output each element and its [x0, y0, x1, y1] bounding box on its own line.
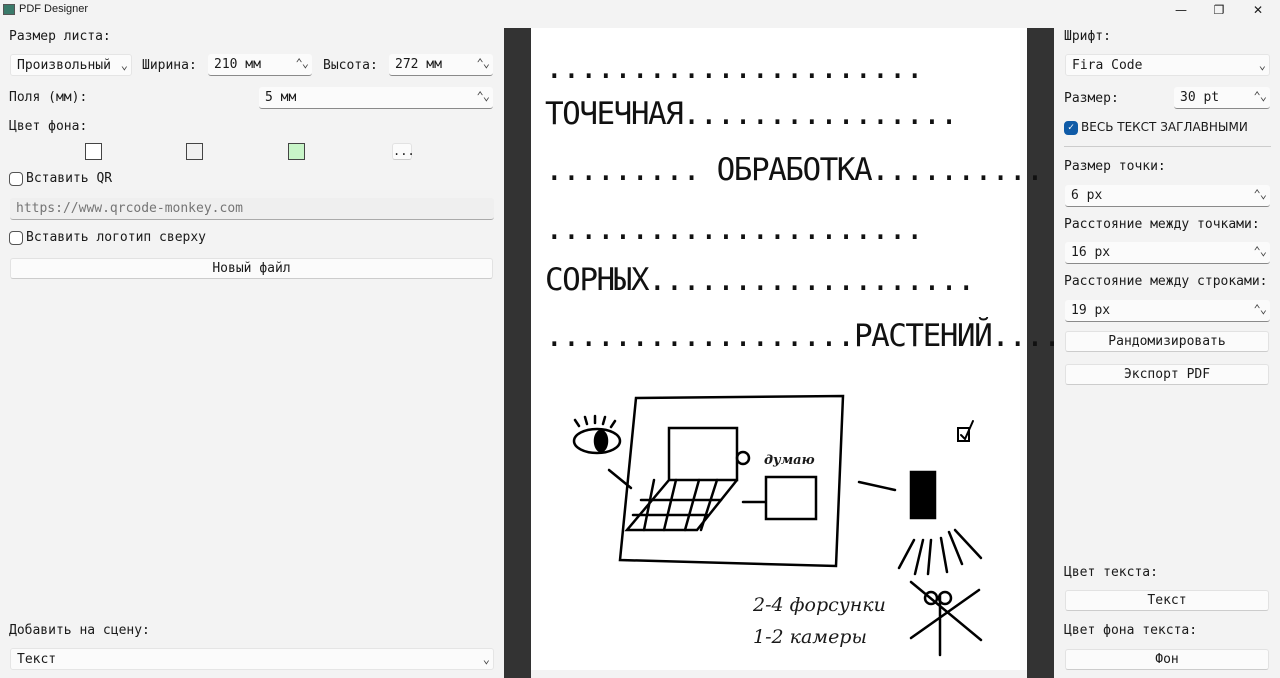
all-caps-checkbox[interactable]: ✓ — [1064, 121, 1078, 135]
add-to-scene-select[interactable]: Текст ⌄ — [10, 648, 494, 670]
window-title: PDF Designer — [19, 3, 89, 15]
close-button[interactable]: ✕ — [1238, 0, 1278, 20]
maximize-button[interactable]: ❐ — [1199, 0, 1239, 20]
size-spinbox[interactable]: 30 pt ⌃⌄ — [1174, 87, 1270, 109]
insert-logo-checkbox[interactable] — [9, 231, 23, 245]
pdf-preview-page[interactable]: ...................... ТОЧЕЧНАЯ.........… — [531, 28, 1061, 670]
width-label: Ширина: — [142, 58, 197, 73]
font-label: Шрифт: — [1064, 29, 1111, 44]
spin-arrows-icon[interactable]: ⌃⌄ — [477, 89, 490, 103]
sketch-note-1: 2-4 форсунки — [753, 594, 886, 616]
randomize-button[interactable]: Рандомизировать — [1065, 331, 1269, 352]
font-value: Fira Code — [1072, 58, 1143, 73]
width-value: 210 мм — [214, 57, 261, 72]
new-file-button[interactable]: Новый файл — [10, 258, 493, 279]
height-label: Высота: — [323, 58, 378, 73]
minimize-button[interactable]: — — [1161, 0, 1201, 20]
font-select[interactable]: Fira Code ⌄ — [1065, 54, 1270, 76]
margins-spinbox[interactable]: 5 мм ⌃⌄ — [259, 87, 493, 109]
add-to-scene-label: Добавить на сцену: — [9, 623, 150, 638]
chevron-down-icon: ⌄ — [1258, 58, 1266, 72]
qr-url-input[interactable] — [10, 198, 494, 220]
spin-arrows-icon[interactable]: ⌃⌄ — [1254, 302, 1267, 316]
height-value: 272 мм — [395, 57, 442, 72]
spin-arrows-icon[interactable]: ⌃⌄ — [477, 56, 490, 70]
add-to-scene-value: Текст — [17, 652, 57, 667]
preview-line: ...................... — [545, 50, 924, 86]
bg-color-label: Цвет фона: — [9, 119, 88, 134]
preview-border-left — [504, 28, 531, 678]
sheet-preset-value: Произвольный — [17, 58, 111, 73]
bg-swatch-green[interactable] — [288, 143, 305, 160]
preview-line: СОРНЫХ................... — [545, 262, 976, 298]
insert-qr-checkbox[interactable] — [9, 172, 23, 186]
spin-arrows-icon[interactable]: ⌃⌄ — [1254, 187, 1267, 201]
margins-value: 5 мм — [265, 90, 297, 105]
chevron-down-icon: ⌄ — [120, 58, 128, 72]
sheet-size-label: Размер листа: — [9, 29, 111, 44]
dot-size-value: 6 px — [1071, 188, 1103, 203]
text-color-label: Цвет текста: — [1064, 565, 1158, 580]
dot-spacing-label: Расстояние между точками: — [1064, 217, 1260, 232]
all-caps-label: ВЕСЬ ТЕКСТ ЗАГЛАВНЫМИ — [1081, 120, 1248, 134]
bg-swatch-white[interactable] — [85, 143, 102, 160]
dot-size-spinbox[interactable]: 6 px ⌃⌄ — [1065, 185, 1270, 207]
sketch-note-2: 1-2 камеры — [753, 626, 867, 648]
preview-line: ТОЧЕЧНАЯ................ — [545, 96, 958, 132]
text-bg-button[interactable]: Фон — [1065, 649, 1269, 670]
margins-label: Поля (мм): — [9, 90, 88, 105]
spin-arrows-icon[interactable]: ⌃⌄ — [1254, 244, 1267, 258]
export-pdf-button[interactable]: Экспорт PDF — [1065, 364, 1269, 385]
spin-arrows-icon[interactable]: ⌃⌄ — [296, 56, 309, 70]
dot-spacing-value: 16 px — [1071, 245, 1111, 260]
more-colors-button[interactable]: ... — [392, 143, 415, 160]
text-bg-label: Цвет фона текста: — [1064, 623, 1198, 638]
insert-logo-label: Вставить логотип сверху — [26, 230, 207, 245]
sketch-think-text: думаю — [764, 453, 815, 468]
line-spacing-label: Расстояние между строками: — [1064, 274, 1268, 289]
line-spacing-spinbox[interactable]: 19 px ⌃⌄ — [1065, 300, 1270, 322]
preview-line: ...................... — [545, 211, 924, 247]
dot-size-label: Размер точки: — [1064, 159, 1166, 174]
preview-line: ..................РАСТЕНИЙ.... — [545, 318, 1061, 354]
text-color-button[interactable]: Текст — [1065, 590, 1269, 611]
spin-arrows-icon[interactable]: ⌃⌄ — [1254, 89, 1267, 103]
insert-qr-label: Вставить QR — [26, 171, 113, 186]
dot-spacing-spinbox[interactable]: 16 px ⌃⌄ — [1065, 242, 1270, 264]
width-spinbox[interactable]: 210 мм ⌃⌄ — [208, 54, 312, 76]
app-icon — [3, 4, 15, 15]
preview-line: ......... ОБРАБОТКА.......... — [545, 152, 1044, 188]
divider — [1064, 146, 1271, 147]
size-label: Размер: — [1064, 91, 1119, 106]
sheet-preset-select[interactable]: Произвольный ⌄ — [10, 54, 132, 76]
size-value: 30 pt — [1180, 90, 1220, 105]
title-bar: PDF Designer — ❐ ✕ — [0, 0, 1280, 20]
chevron-down-icon: ⌄ — [482, 652, 490, 666]
bg-swatch-gray[interactable] — [186, 143, 203, 160]
height-spinbox[interactable]: 272 мм ⌃⌄ — [389, 54, 493, 76]
line-spacing-value: 19 px — [1071, 303, 1111, 318]
